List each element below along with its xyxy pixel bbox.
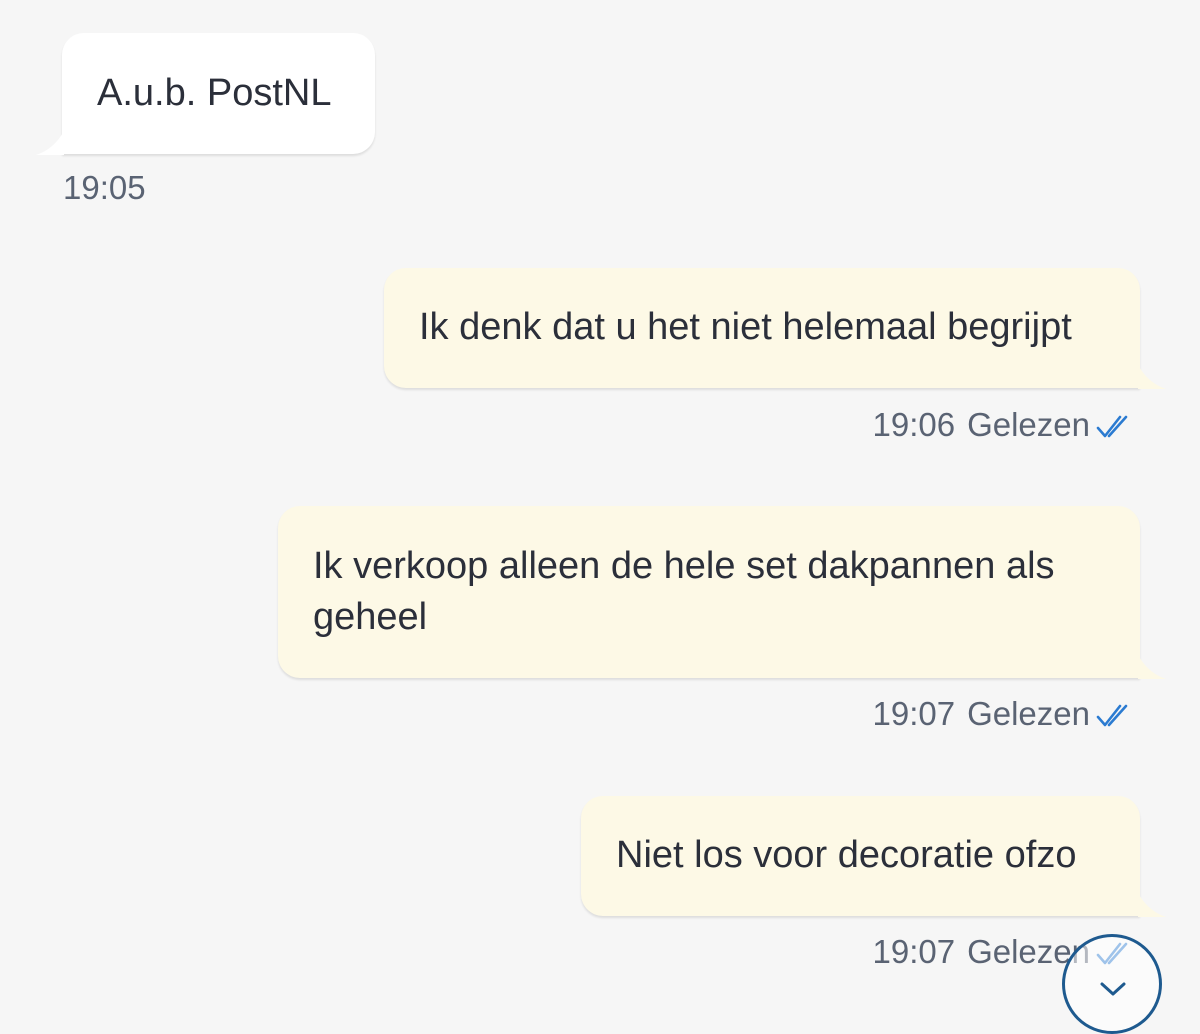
message-meta: 19:05 [63, 168, 146, 208]
bubble-tail [1138, 365, 1166, 389]
read-status: Gelezen [967, 695, 1090, 732]
message-time: 19:06 [872, 406, 956, 443]
message-time: 19:07 [872, 695, 956, 732]
message-text: Ik verkoop alleen de hele set dakpannen … [313, 545, 1055, 638]
message-time: 19:07 [872, 933, 956, 970]
message-meta: 19:06 Gelezen [872, 405, 1134, 449]
chevron-down-icon [1100, 982, 1126, 996]
outgoing-message-bubble[interactable]: Niet los voor decoratie ofzo [581, 796, 1166, 917]
outgoing-message-bubble[interactable]: Ik denk dat u het niet helemaal begrijpt [384, 268, 1166, 389]
message-meta: 19:07 Gelezen [872, 694, 1134, 738]
double-check-icon [1096, 698, 1134, 738]
message-time: 19:05 [63, 169, 146, 206]
bubble-tail [1138, 655, 1166, 679]
message-text: Niet los voor decoratie ofzo [616, 834, 1077, 876]
bubble-tail [1138, 893, 1166, 917]
message-text: A.u.b. PostNL [97, 72, 332, 114]
message-text: Ik denk dat u het niet helemaal begrijpt [419, 306, 1072, 348]
outgoing-message-bubble[interactable]: Ik verkoop alleen de hele set dakpannen … [278, 506, 1166, 679]
bubble-tail [36, 131, 64, 155]
scroll-to-bottom-button[interactable] [1062, 934, 1162, 1034]
incoming-message-bubble[interactable]: A.u.b. PostNL [36, 33, 375, 155]
double-check-icon [1096, 409, 1134, 449]
read-status: Gelezen [967, 406, 1090, 443]
